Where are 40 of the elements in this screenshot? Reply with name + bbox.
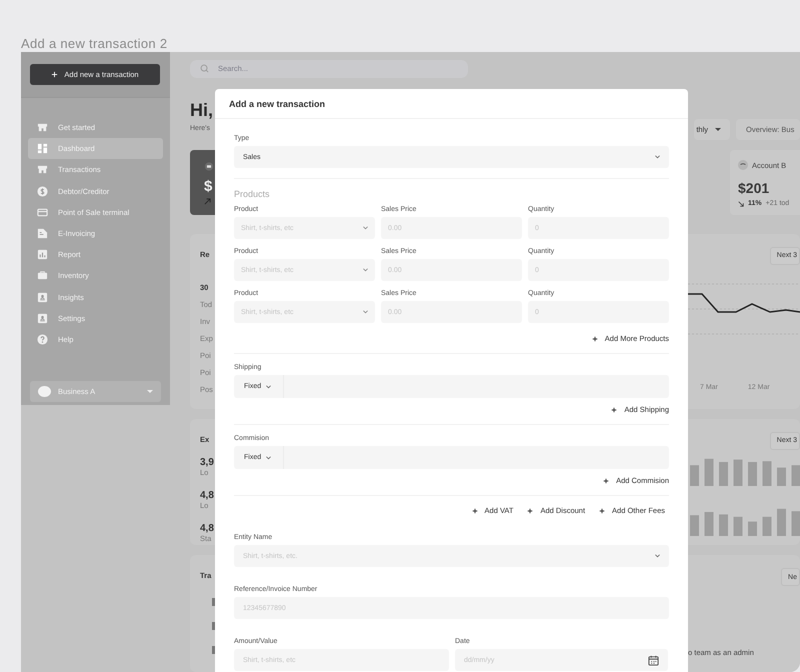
dashboard-icon xyxy=(37,143,48,154)
arrow-up-right-icon xyxy=(204,198,211,206)
plus-icon xyxy=(599,508,606,514)
store-icon xyxy=(37,164,48,176)
expense-value: 3,9 xyxy=(200,456,215,468)
frame-title: Add a new transaction 2 xyxy=(21,36,168,51)
calendar-icon xyxy=(648,654,659,666)
modal-title: Add a new transaction xyxy=(229,98,326,108)
store-icon xyxy=(37,122,48,134)
expense-value: 4,8 xyxy=(200,522,215,534)
search-icon xyxy=(200,64,209,74)
caret-icon xyxy=(147,390,153,394)
plus-icon xyxy=(611,406,618,412)
expense-value: 4,8 xyxy=(200,490,215,501)
plus-icon xyxy=(51,71,58,78)
chart-icon xyxy=(37,249,48,260)
plus-icon xyxy=(472,508,478,514)
chevron-down-icon xyxy=(266,456,272,460)
arrow-down-right-icon xyxy=(738,200,744,207)
chevron-down-icon xyxy=(266,384,272,388)
caret-icon xyxy=(715,128,721,132)
dollar-icon xyxy=(37,186,48,197)
card-icon xyxy=(37,206,48,218)
chevron-down-icon xyxy=(655,554,660,558)
balance-amount: $ xyxy=(204,178,212,196)
plus-icon xyxy=(603,478,610,484)
briefcase-icon xyxy=(37,270,48,282)
chevron-down-icon xyxy=(363,310,368,314)
help-icon xyxy=(37,334,48,345)
section-heading: Products xyxy=(234,189,271,199)
chevron-down-icon xyxy=(363,226,368,230)
greeting: Hi, xyxy=(190,100,214,121)
id-card-icon xyxy=(37,292,48,303)
chevron-down-icon xyxy=(363,268,368,272)
business-avatar xyxy=(38,386,51,398)
plus-icon xyxy=(592,336,598,342)
account-amount: $201 xyxy=(738,180,770,196)
plus-icon xyxy=(527,508,534,514)
id-card-icon xyxy=(37,312,48,324)
chevron-down-icon xyxy=(655,155,660,159)
